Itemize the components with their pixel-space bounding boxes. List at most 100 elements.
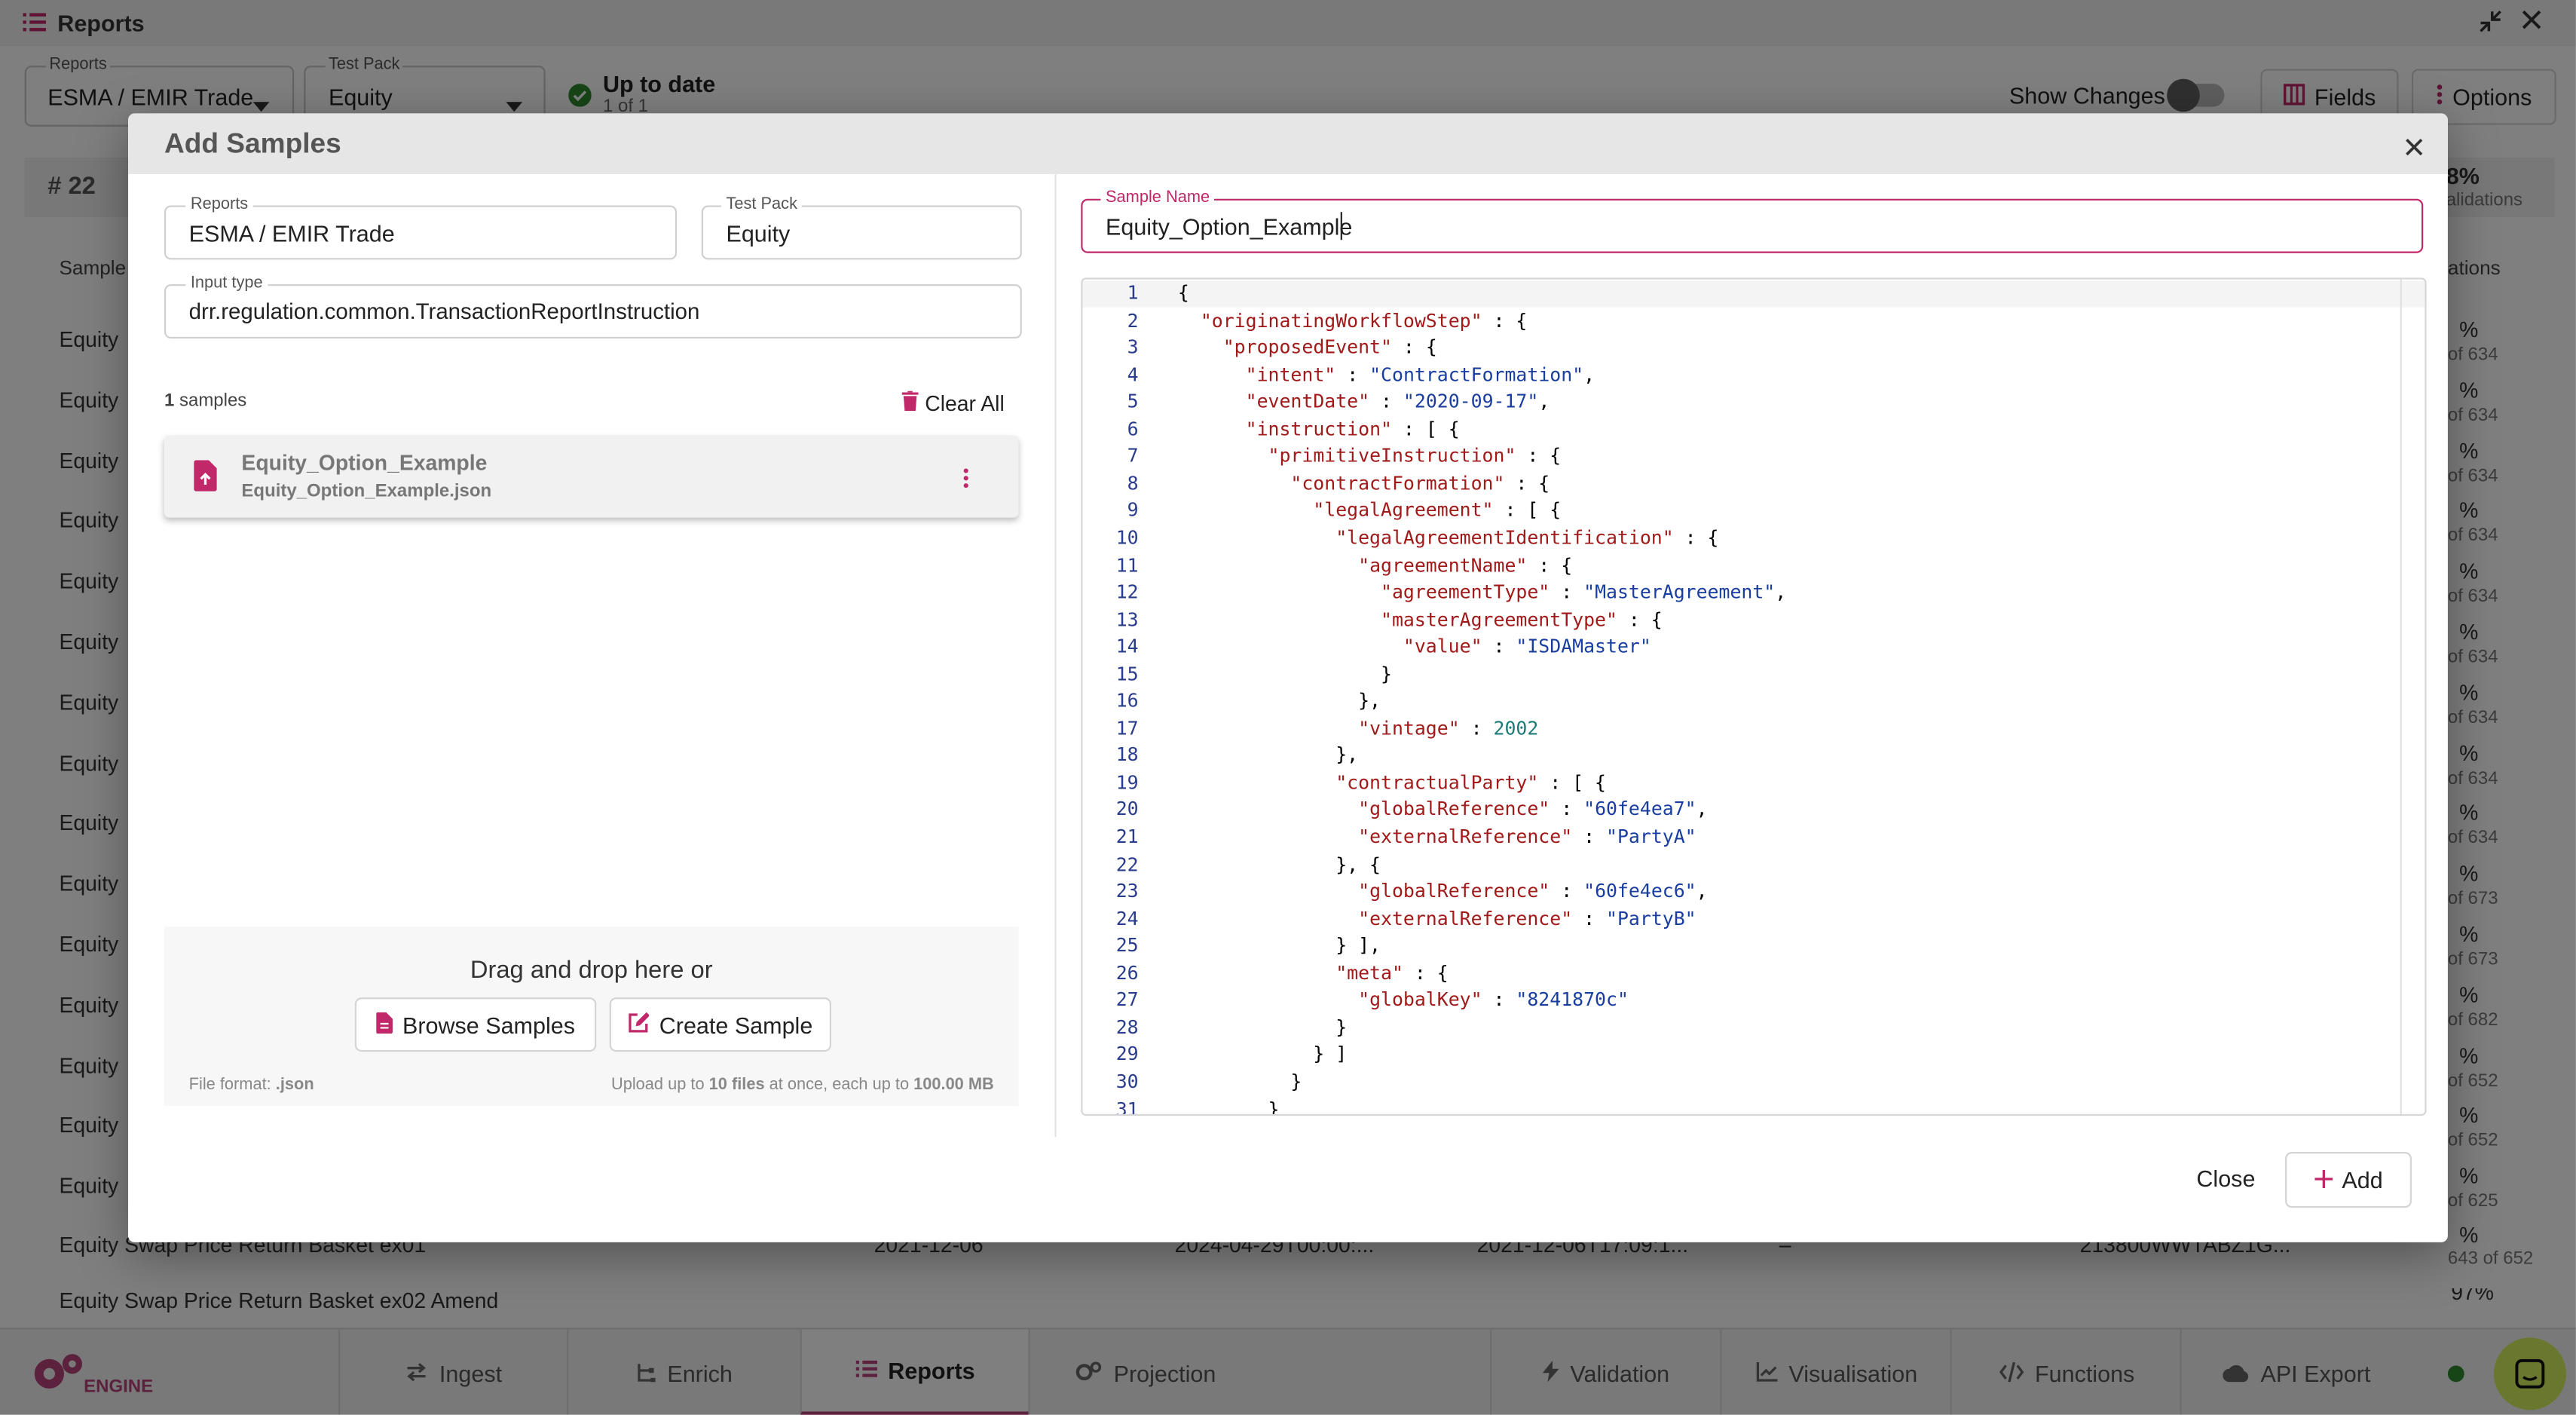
clear-all-button[interactable]: Clear All xyxy=(901,387,1005,417)
input-type-field[interactable]: Input type drr.regulation.common.Transac… xyxy=(164,274,1022,339)
more-vertical-icon[interactable] xyxy=(962,467,969,496)
line-number: 13 xyxy=(1115,607,1139,631)
code-line: "masterAgreementType" : { xyxy=(1381,607,1663,631)
code-line: "contractFormation" : { xyxy=(1290,471,1550,495)
line-number: 8 xyxy=(1127,471,1139,495)
line-number: 21 xyxy=(1115,825,1139,848)
input-type-label: Input type xyxy=(185,274,268,293)
line-number: 16 xyxy=(1115,688,1139,712)
line-number: 5 xyxy=(1127,390,1139,413)
code-line: "externalReference" : "PartyB" xyxy=(1358,906,1696,930)
code-line: "legalAgreement" : [ { xyxy=(1313,498,1562,522)
line-number: 24 xyxy=(1115,906,1139,930)
dialog-title: Add Samples xyxy=(164,128,341,160)
upload-limit-text: Upload up to 10 files at once, each up t… xyxy=(610,1076,994,1095)
code-line: }, xyxy=(1177,743,1359,767)
line-number: 14 xyxy=(1115,634,1139,658)
file-icon xyxy=(376,1011,393,1038)
add-button[interactable]: Add xyxy=(2285,1152,2412,1208)
sample-name-input[interactable]: Sample Name Equity_Option_Example xyxy=(1081,188,2424,253)
sample-list-item[interactable]: Equity_Option_Example Equity_Option_Exam… xyxy=(164,435,1019,518)
code-line: }, { xyxy=(1177,852,1381,875)
code-line: } xyxy=(1177,1015,1348,1039)
drop-zone-text: Drag and drop here or xyxy=(470,956,713,985)
line-number: 7 xyxy=(1127,444,1139,467)
trash-icon xyxy=(901,389,919,415)
testpack-field[interactable]: Test Pack Equity xyxy=(701,195,1022,260)
code-line: "globalReference" : "60fe4ea7", xyxy=(1358,798,1708,821)
line-number: 9 xyxy=(1127,498,1139,522)
line-number: 12 xyxy=(1115,580,1139,604)
code-line: "agreementName" : { xyxy=(1358,553,1573,577)
line-number: 10 xyxy=(1115,525,1139,549)
code-line: } xyxy=(1177,1097,1280,1116)
line-number: 30 xyxy=(1115,1069,1139,1093)
code-line: }, xyxy=(1177,688,1381,712)
code-line: "contractualParty" : [ { xyxy=(1335,770,1607,794)
line-number: 17 xyxy=(1115,715,1139,740)
line-number: 27 xyxy=(1115,988,1139,1012)
testpack-field-label: Test Pack xyxy=(720,195,803,214)
json-editor[interactable]: 1 {2 "originatingWorkflowStep" : { 3 "prop… xyxy=(1081,277,2427,1116)
drop-zone[interactable]: Drag and drop here or Browse Samples Cre… xyxy=(164,926,1019,1107)
close-button[interactable]: Close xyxy=(2196,1165,2255,1191)
line-number: 15 xyxy=(1115,661,1139,685)
create-sample-button[interactable]: Create Sample xyxy=(609,997,831,1052)
file-format-text: File format: .json xyxy=(188,1076,314,1095)
code-line: "proposedEvent" : { xyxy=(1222,335,1437,359)
add-samples-dialog: Add Samples Reports ESMA / EMIR Trade Te… xyxy=(128,113,2448,1242)
reports-field-value: ESMA / EMIR Trade xyxy=(188,220,395,247)
clear-all-label: Clear All xyxy=(925,390,1005,415)
line-number: 1 xyxy=(1127,280,1139,305)
line-number: 2 xyxy=(1127,308,1139,332)
sample-name-label: Sample Name xyxy=(1100,188,1215,207)
line-number: 25 xyxy=(1115,933,1139,957)
code-line: { xyxy=(1177,280,1189,305)
line-number: 20 xyxy=(1115,798,1139,821)
create-sample-label: Create Sample xyxy=(659,1011,813,1038)
code-line: "meta" : { xyxy=(1335,960,1449,985)
code-line: } ] xyxy=(1177,1042,1348,1066)
code-line: "vintage" : 2002 xyxy=(1358,715,1539,740)
line-number: 6 xyxy=(1127,417,1139,440)
sample-name-value: Equity_Option_Example xyxy=(1106,213,1353,240)
edit-icon xyxy=(628,1011,650,1038)
line-number: 28 xyxy=(1115,1015,1139,1039)
code-line: "value" : "ISDAMaster" xyxy=(1403,634,1651,658)
text-cursor xyxy=(1340,212,1342,240)
code-line: "externalReference" : "PartyA" xyxy=(1358,825,1696,848)
editor-scrollbar[interactable] xyxy=(2400,279,2402,1114)
line-number: 29 xyxy=(1115,1042,1139,1066)
reports-field[interactable]: Reports ESMA / EMIR Trade xyxy=(164,195,678,260)
browse-samples-label: Browse Samples xyxy=(402,1011,575,1038)
plus-icon xyxy=(2314,1167,2333,1193)
line-number: 18 xyxy=(1115,743,1139,767)
dialog-header: Add Samples xyxy=(128,113,2448,175)
code-line: "intent" : "ContractFormation", xyxy=(1245,362,1595,386)
close-icon[interactable] xyxy=(2405,135,2423,164)
line-number: 19 xyxy=(1115,770,1139,794)
code-line: "primitiveInstruction" : { xyxy=(1268,444,1562,467)
code-line: "globalReference" : "60fe4ec6", xyxy=(1358,879,1708,902)
active-line-highlight xyxy=(1082,280,2425,308)
code-line: } xyxy=(1177,661,1392,685)
add-label: Add xyxy=(2342,1166,2383,1193)
code-line: "globalKey" : "8241870c" xyxy=(1358,988,1629,1012)
line-number: 4 xyxy=(1127,362,1139,386)
reports-field-label: Reports xyxy=(185,195,253,214)
browse-samples-button[interactable]: Browse Samples xyxy=(354,997,597,1052)
line-number: 3 xyxy=(1127,335,1139,359)
code-line: } xyxy=(1177,1069,1302,1093)
code-line: "originatingWorkflowStep" : { xyxy=(1200,308,1528,332)
code-line: "agreementType" : "MasterAgreement", xyxy=(1381,580,1787,604)
pane-divider xyxy=(1054,174,1057,1138)
code-line: } ], xyxy=(1177,933,1381,957)
testpack-field-value: Equity xyxy=(726,220,791,247)
sample-name: Equity_Option_Example xyxy=(241,450,488,475)
input-type-value: drr.regulation.common.TransactionReportI… xyxy=(188,299,700,324)
code-line: "legalAgreementIdentification" : { xyxy=(1335,525,1719,549)
line-number: 23 xyxy=(1115,879,1139,902)
file-upload-icon xyxy=(194,460,217,499)
line-number: 26 xyxy=(1115,960,1139,985)
line-number: 31 xyxy=(1115,1097,1139,1116)
